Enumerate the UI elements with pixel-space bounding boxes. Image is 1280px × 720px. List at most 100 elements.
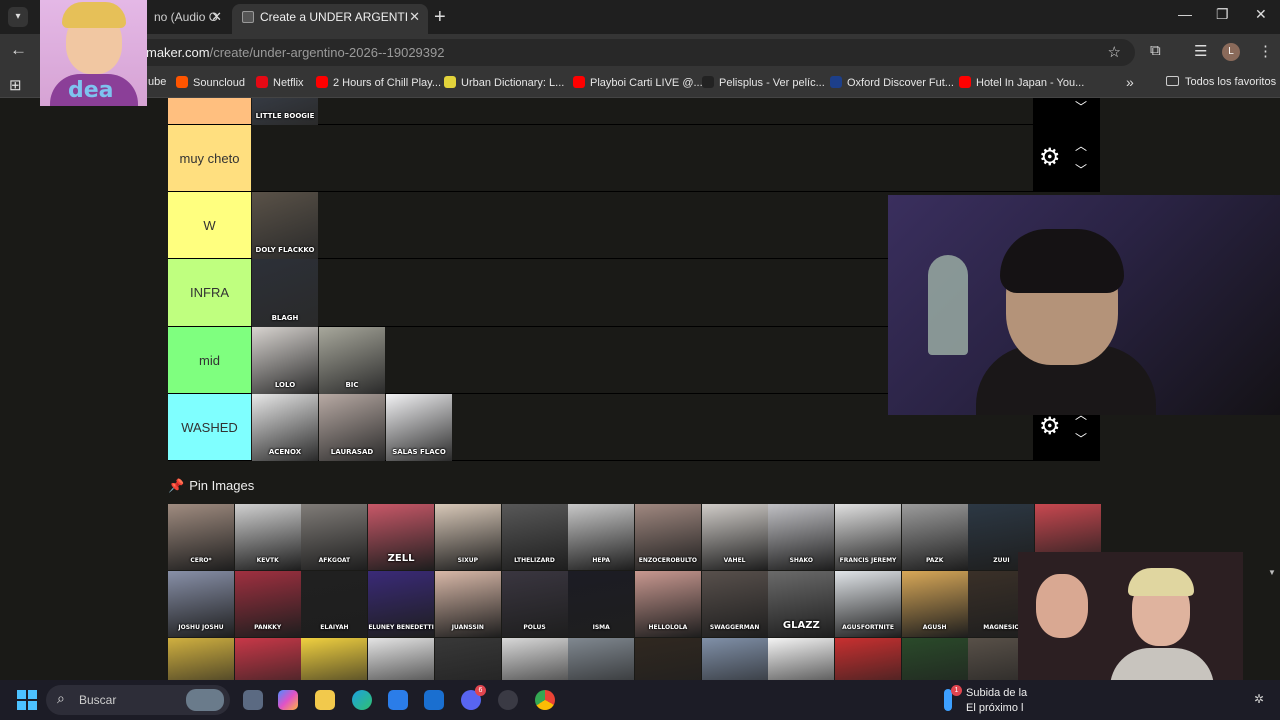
move-up-icon[interactable]: ︿	[1075, 137, 1087, 154]
pin-images-heading[interactable]: 📌 Pin Images	[168, 478, 254, 494]
pool-image[interactable]: SHAKO	[768, 504, 835, 570]
pool-image[interactable]	[501, 638, 568, 680]
pool-image[interactable]: POLUS	[501, 571, 568, 637]
bookmark-urban-dictionary[interactable]: Urban Dictionary: L...	[444, 76, 564, 89]
tier-label[interactable]: WASHED	[168, 394, 251, 460]
apps-grid-icon[interactable]: ⊞	[9, 76, 22, 94]
discord-icon[interactable]: 6	[461, 685, 486, 710]
close-tab-icon[interactable]: ✕	[409, 4, 420, 30]
pool-image[interactable]	[301, 638, 368, 680]
tab-search-icon[interactable]: ▾	[8, 7, 28, 27]
profile-avatar[interactable]: L	[1222, 43, 1240, 61]
tier-settings-gear-icon[interactable]: ⚙	[1039, 143, 1061, 172]
tier-item[interactable]: LITTLE BOOGIE	[252, 98, 318, 125]
pool-image[interactable]: AGUSH	[901, 571, 968, 637]
tab-audio[interactable]: no (Audio O ✕	[146, 4, 226, 34]
task-view-icon[interactable]	[243, 690, 263, 710]
bookmark-youtube[interactable]: ube	[148, 76, 166, 88]
bookmark-souncloud[interactable]: Souncloud	[176, 76, 245, 89]
tier-label[interactable]	[168, 98, 251, 124]
tier-item[interactable]: SALAS FLACO	[386, 394, 452, 461]
more-bookmarks-icon[interactable]: »	[1126, 74, 1134, 90]
pool-image[interactable]: GLAZZ	[768, 571, 835, 637]
media-controls-icon[interactable]: ☰	[1194, 42, 1207, 60]
pool-image[interactable]	[368, 638, 435, 680]
pool-image[interactable]: FRANCIS JEREMY	[835, 504, 901, 570]
pool-image[interactable]: SWAGGERMAN	[701, 571, 768, 637]
pool-image[interactable]: ZELL	[368, 504, 435, 570]
tab-tiermaker[interactable]: Create a UNDER ARGENTINO 2026 ✕	[232, 4, 428, 34]
close-window-icon[interactable]: ✕	[1255, 6, 1267, 23]
bookmark-hotel-japan[interactable]: Hotel In Japan - You...	[959, 76, 1084, 89]
scroll-down-arrow[interactable]: ▼	[1268, 568, 1276, 577]
all-bookmarks-folder[interactable]: Todos los favoritos	[1166, 76, 1276, 88]
tier-settings-gear-icon[interactable]: ⚙	[1039, 412, 1061, 441]
move-down-icon[interactable]: ﹀	[1075, 98, 1087, 115]
tier-item[interactable]: DOLY FLACKKO	[252, 192, 318, 259]
copilot-icon[interactable]	[278, 690, 298, 710]
tier-label[interactable]: mid	[168, 327, 251, 393]
pool-image[interactable]	[168, 638, 234, 680]
windows-start-icon[interactable]	[17, 690, 37, 710]
pool-image[interactable]: HELLOLOLA	[634, 571, 701, 637]
chrome-icon[interactable]	[535, 690, 555, 710]
pool-image[interactable]: JOSHU JOSHU	[168, 571, 234, 637]
tier-label[interactable]: W	[168, 192, 251, 258]
edge-icon[interactable]	[352, 690, 372, 710]
tier-item[interactable]: BLAGH	[252, 259, 318, 327]
taskbar-search[interactable]: ⌕ Buscar	[46, 685, 230, 715]
browser-toolbar: ← maker.com/create/under-argentino-2026-…	[0, 34, 1280, 70]
extensions-icon[interactable]: ⧉	[1150, 42, 1161, 59]
pool-image[interactable]: LTHELIZARD	[501, 504, 568, 570]
system-tray-icon[interactable]: ✲	[1254, 692, 1264, 706]
pool-image[interactable]: AGUSFORTNITE	[835, 571, 901, 637]
pool-image[interactable]	[234, 638, 301, 680]
pool-image[interactable]: ENZOCEROBULTO	[634, 504, 701, 570]
pool-image[interactable]: CERO*	[168, 504, 234, 570]
bookmark-playboi-carti[interactable]: Playboi Carti LIVE @...	[573, 76, 703, 89]
tier-label[interactable]: INFRA	[168, 259, 251, 326]
pool-image[interactable]: AFKGOAT	[301, 504, 368, 570]
pool-image[interactable]	[768, 638, 835, 680]
move-down-icon[interactable]: ﹀	[1075, 430, 1087, 447]
bookmark-pelisplus[interactable]: Pelisplus - Ver pelíc...	[702, 76, 825, 89]
pool-image[interactable]: KEVTK	[234, 504, 301, 570]
menu-kebab-icon[interactable]: ⋮	[1258, 42, 1273, 60]
back-arrow-icon[interactable]: ←	[10, 40, 27, 60]
tier-item[interactable]: ACENOX	[252, 394, 318, 461]
minimize-icon[interactable]: —	[1178, 6, 1192, 22]
pool-image[interactable]	[434, 638, 501, 680]
pool-image[interactable]	[901, 638, 968, 680]
file-explorer-icon[interactable]	[315, 690, 335, 710]
tier-item[interactable]: LOLO	[252, 327, 318, 394]
bookmark-star-icon[interactable]: ☆	[1108, 43, 1121, 61]
pool-image[interactable]: ISMA	[568, 571, 635, 637]
pool-image[interactable]: ELUNEY BENEDETTI	[368, 571, 435, 637]
pool-image[interactable]	[634, 638, 701, 680]
tier-item[interactable]: LAURASAD	[319, 394, 385, 461]
pool-image[interactable]	[835, 638, 901, 680]
bookmark-oxford[interactable]: Oxford Discover Fut...	[830, 76, 954, 89]
pool-image[interactable]: VAHEL	[701, 504, 768, 570]
pool-image[interactable]: JUANSSIN	[434, 571, 501, 637]
steam-icon[interactable]	[498, 690, 518, 710]
tier-item[interactable]: BIC	[319, 327, 385, 394]
outlook-icon[interactable]	[424, 690, 444, 710]
pool-image[interactable]	[701, 638, 768, 680]
new-tab-icon[interactable]: +	[434, 6, 446, 29]
pool-image[interactable]: SIXUP	[434, 504, 501, 570]
pool-image[interactable]: HEPA	[568, 504, 635, 570]
close-tab-icon[interactable]: ✕	[211, 4, 222, 30]
notification-widget[interactable]: 1 Subida de la El próximo l	[944, 685, 1027, 715]
pool-image[interactable]	[568, 638, 635, 680]
bookmark-chill-play[interactable]: 2 Hours of Chill Play...	[316, 76, 441, 89]
address-bar[interactable]: maker.com/create/under-argentino-2026--1…	[40, 39, 1135, 66]
move-down-icon[interactable]: ﹀	[1075, 161, 1087, 178]
pool-image[interactable]: PANKKY	[234, 571, 301, 637]
microsoft-store-icon[interactable]	[388, 690, 408, 710]
bookmark-netflix[interactable]: Netflix	[256, 76, 304, 89]
tier-label[interactable]: muy cheto	[168, 125, 251, 191]
restore-icon[interactable]: ❐	[1216, 6, 1229, 23]
pool-image[interactable]: PAZK	[901, 504, 968, 570]
pool-image[interactable]: ELAIYAH	[301, 571, 368, 637]
